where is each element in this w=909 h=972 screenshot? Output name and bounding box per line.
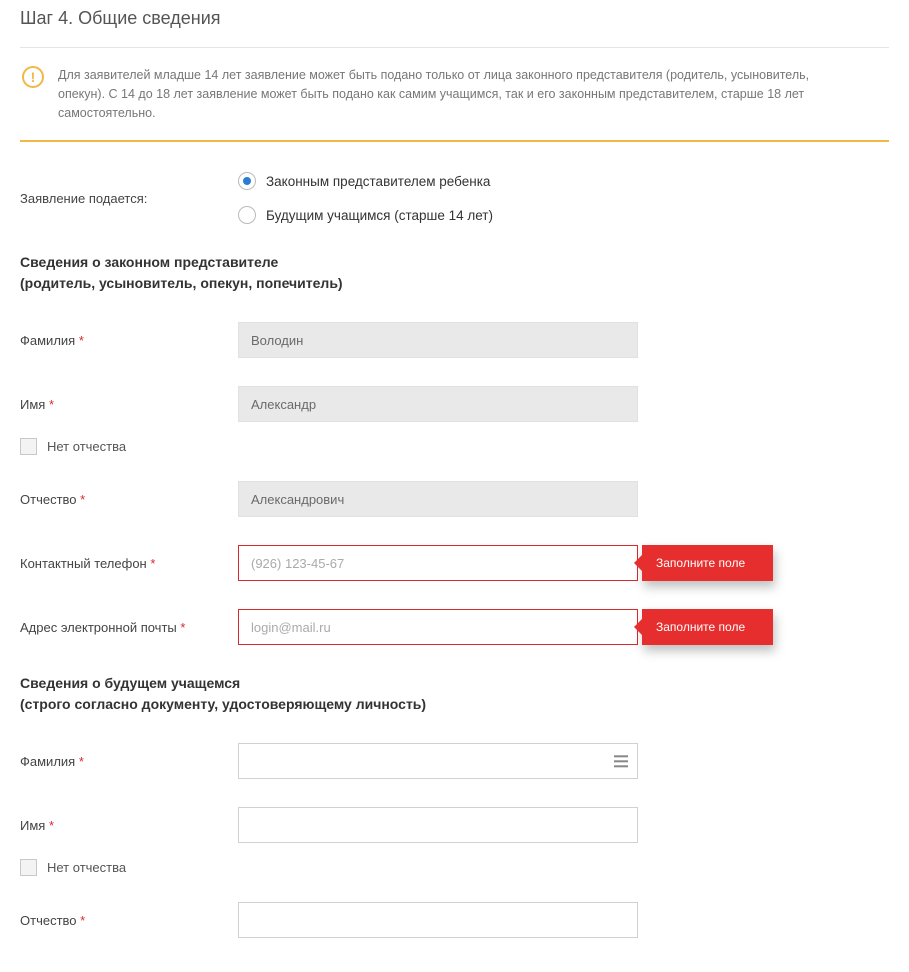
rep-firstname-label: Имя * <box>20 397 238 412</box>
rep-phone-label: Контактный телефон * <box>20 556 238 571</box>
student-firstname-label: Имя * <box>20 818 238 833</box>
checkbox-label: Нет отчества <box>47 439 126 454</box>
notice-text: Для заявителей младше 14 лет заявление м… <box>58 66 858 122</box>
rep-lastname-label: Фамилия * <box>20 333 238 348</box>
student-lastname-label: Фамилия * <box>20 754 238 769</box>
rep-patronymic-label: Отчество * <box>20 492 238 507</box>
submitted-by-label: Заявление подается: <box>20 191 238 206</box>
checkbox-label: Нет отчества <box>47 860 126 875</box>
notice-banner: ! Для заявителей младше 14 лет заявление… <box>20 48 889 142</box>
radio-label: Будущим учащимся (старше 14 лет) <box>266 208 493 223</box>
student-firstname-input[interactable] <box>238 807 638 843</box>
error-message: Заполните поле <box>642 545 773 581</box>
radio-legal-representative[interactable]: Законным представителем ребенка <box>238 172 493 190</box>
radio-icon <box>238 206 256 224</box>
radio-icon <box>238 172 256 190</box>
student-no-patronymic-checkbox[interactable]: Нет отчества <box>20 859 889 876</box>
representative-section-heading: Сведения о законном представителе (родит… <box>20 252 889 294</box>
rep-no-patronymic-checkbox[interactable]: Нет отчества <box>20 438 889 455</box>
student-patronymic-input[interactable] <box>238 902 638 938</box>
rep-lastname-input[interactable] <box>238 322 638 358</box>
student-section-heading: Сведения о будущем учащемся (строго согл… <box>20 673 889 715</box>
rep-patronymic-input[interactable] <box>238 481 638 517</box>
checkbox-icon <box>20 438 37 455</box>
rep-email-input[interactable] <box>238 609 638 645</box>
radio-label: Законным представителем ребенка <box>266 174 490 189</box>
info-icon: ! <box>22 66 44 88</box>
student-lastname-input[interactable] <box>238 743 638 779</box>
radio-future-student[interactable]: Будущим учащимся (старше 14 лет) <box>238 206 493 224</box>
rep-phone-input[interactable] <box>238 545 638 581</box>
rep-email-label: Адрес электронной почты * <box>20 620 238 635</box>
rep-firstname-input[interactable] <box>238 386 638 422</box>
error-message: Заполните поле <box>642 609 773 645</box>
step-title: Шаг 4. Общие сведения <box>20 8 889 48</box>
checkbox-icon <box>20 859 37 876</box>
student-patronymic-label: Отчество * <box>20 913 238 928</box>
